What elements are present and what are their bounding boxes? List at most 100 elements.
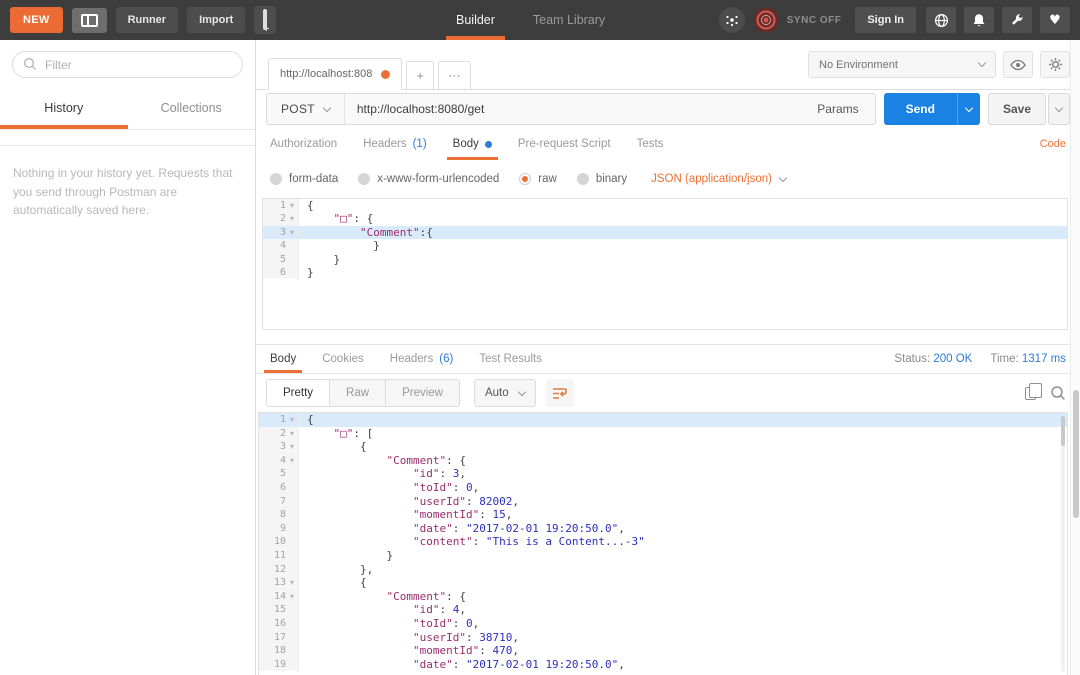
response-body-editor[interactable]: 1 ▾{2 ▾ "□": [3 ▾ {4 ▾ "Comment": {5 "id": 3…	[258, 412, 1068, 675]
environment-preview-button[interactable]	[1003, 51, 1033, 78]
sidebar-toggle-button[interactable]	[71, 7, 107, 33]
chevron-down-icon	[517, 387, 526, 396]
filter-input[interactable]	[12, 51, 243, 78]
params-button[interactable]: Params	[801, 102, 874, 116]
radio-binary[interactable]: binary	[576, 173, 628, 185]
tab-test-results[interactable]: Test Results	[479, 345, 542, 373]
tab-response-body[interactable]: Body	[263, 345, 303, 373]
history-group-header	[0, 130, 255, 146]
settings-wrench-button[interactable]	[1002, 7, 1032, 33]
url-input[interactable]: http://localhost:8080/get	[345, 102, 801, 116]
send-options-button[interactable]	[956, 93, 980, 125]
import-button[interactable]: Import	[187, 7, 246, 33]
workspace-tabs: Builder Team Library	[446, 0, 609, 40]
tab-body[interactable]: Body	[446, 128, 499, 160]
tab-response-headers[interactable]: Headers (6)	[390, 345, 454, 373]
view-pretty-button[interactable]: Pretty	[267, 380, 330, 406]
environment-settings-button[interactable]	[1040, 51, 1070, 78]
code-line: 1 ▾{	[259, 413, 1067, 427]
content-type-select[interactable]: JSON (application/json)	[651, 173, 788, 185]
fold-arrow-icon[interactable]: ▾	[286, 590, 298, 604]
new-button[interactable]: NEW	[10, 7, 63, 33]
code-line: 15 "id": 4,	[259, 603, 1067, 617]
sidebar-tabs: History Collections	[0, 89, 255, 130]
tab-options-button[interactable]: ⋯	[437, 61, 471, 90]
favorites-button[interactable]: ♥	[1040, 7, 1070, 33]
eye-icon	[1010, 59, 1026, 70]
sign-in-button[interactable]: Sign In	[855, 7, 916, 33]
method-value: POST	[281, 102, 315, 116]
radio-x-www-form-urlencoded[interactable]: x-www-form-urlencoded	[358, 173, 499, 185]
fold-arrow-icon[interactable]: ▾	[286, 199, 298, 212]
wrap-lines-button[interactable]	[545, 379, 574, 407]
interceptor-button[interactable]	[718, 7, 745, 33]
wrench-icon	[1012, 14, 1023, 25]
tab-headers[interactable]: Headers (1)	[363, 128, 427, 160]
radio-label: binary	[595, 173, 628, 185]
chevron-down-icon	[964, 103, 974, 112]
environment-value: No Environment	[819, 58, 898, 71]
method-select[interactable]: POST	[267, 94, 345, 124]
tab-label: Headers	[389, 353, 434, 365]
code-line: 5 }	[263, 252, 1067, 267]
fold-arrow-icon[interactable]: ▾	[286, 454, 298, 468]
code-line: 6 "toId": 0,	[259, 480, 1067, 495]
unsaved-dot-icon	[381, 69, 391, 79]
request-tab[interactable]: http://localhost:808	[268, 58, 403, 90]
environment-select[interactable]: No Environment	[808, 51, 996, 78]
tab-cookies[interactable]: Cookies	[322, 345, 364, 373]
new-window-button[interactable]	[254, 6, 277, 34]
fold-arrow-icon[interactable]: ▾	[286, 413, 298, 427]
fold-arrow-icon[interactable]: ▾	[286, 440, 298, 454]
save-options-button[interactable]	[1048, 93, 1070, 125]
body-filled-dot-icon	[484, 140, 492, 148]
radio-label: raw	[538, 173, 557, 185]
fold-arrow-icon[interactable]: ▾	[286, 576, 298, 590]
tab-history[interactable]: History	[0, 89, 128, 129]
editor-scrollbar[interactable]	[1061, 416, 1065, 672]
tab-pre-request-script[interactable]: Pre-request Script	[518, 128, 611, 160]
window-scrollbar[interactable]	[1070, 40, 1080, 675]
tab-tests[interactable]: Tests	[637, 128, 664, 160]
tab-count: (1)	[412, 138, 427, 150]
copy-icon[interactable]	[1025, 383, 1042, 400]
postman-window: NEW Runner Import Builder Team Library	[0, 0, 1080, 675]
new-tab-button[interactable]: +	[406, 61, 434, 90]
search-response-icon[interactable]	[1050, 385, 1066, 401]
radio-raw[interactable]: raw	[519, 173, 557, 185]
tab-label: Body	[452, 138, 479, 150]
code-line: 5 "id": 3,	[259, 467, 1067, 481]
sync-off-icon	[756, 10, 776, 30]
layout-icon	[80, 13, 98, 27]
format-value: Auto	[484, 387, 509, 399]
tab-builder[interactable]: Builder	[446, 0, 505, 40]
tab-authorization[interactable]: Authorization	[270, 128, 337, 160]
fold-arrow-icon[interactable]: ▾	[286, 226, 298, 239]
radio-icon	[576, 173, 589, 185]
tab-collections[interactable]: Collections	[128, 89, 256, 129]
response-view-bar: Pretty Raw Preview Auto	[256, 374, 1080, 412]
fold-arrow-icon[interactable]: ▾	[286, 427, 298, 441]
request-tab-strip: http://localhost:808 + ⋯ No Environment	[256, 40, 1080, 90]
tab-team-library[interactable]: Team Library	[529, 0, 609, 40]
time-label: Time:	[990, 353, 1019, 365]
view-preview-button[interactable]: Preview	[385, 380, 459, 406]
code-link[interactable]: Code	[1040, 138, 1066, 150]
request-body-editor[interactable]: 1 ▾{2 ▾ "□": {3 ▾ "Comment":{4 } 5 } 6}	[262, 198, 1068, 330]
view-raw-button[interactable]: Raw	[329, 380, 386, 406]
code-line: 1 ▾{	[263, 199, 1067, 213]
notifications-button[interactable]	[964, 7, 994, 33]
sync-status-label: SYNC OFF	[786, 14, 842, 26]
save-button[interactable]: Save	[987, 93, 1046, 125]
section-divider	[256, 330, 1080, 344]
send-button[interactable]: Send	[883, 93, 957, 125]
content-type-value: JSON (application/json)	[651, 173, 772, 185]
format-select[interactable]: Auto	[473, 379, 536, 407]
sync-button[interactable]	[752, 7, 779, 33]
community-button[interactable]	[926, 7, 956, 33]
radio-form-data[interactable]: form-data	[270, 173, 338, 185]
time-value: 1317 ms	[1021, 353, 1066, 365]
tab-label: Body	[270, 353, 297, 365]
runner-button[interactable]: Runner	[115, 7, 179, 33]
fold-arrow-icon[interactable]: ▾	[286, 212, 298, 225]
